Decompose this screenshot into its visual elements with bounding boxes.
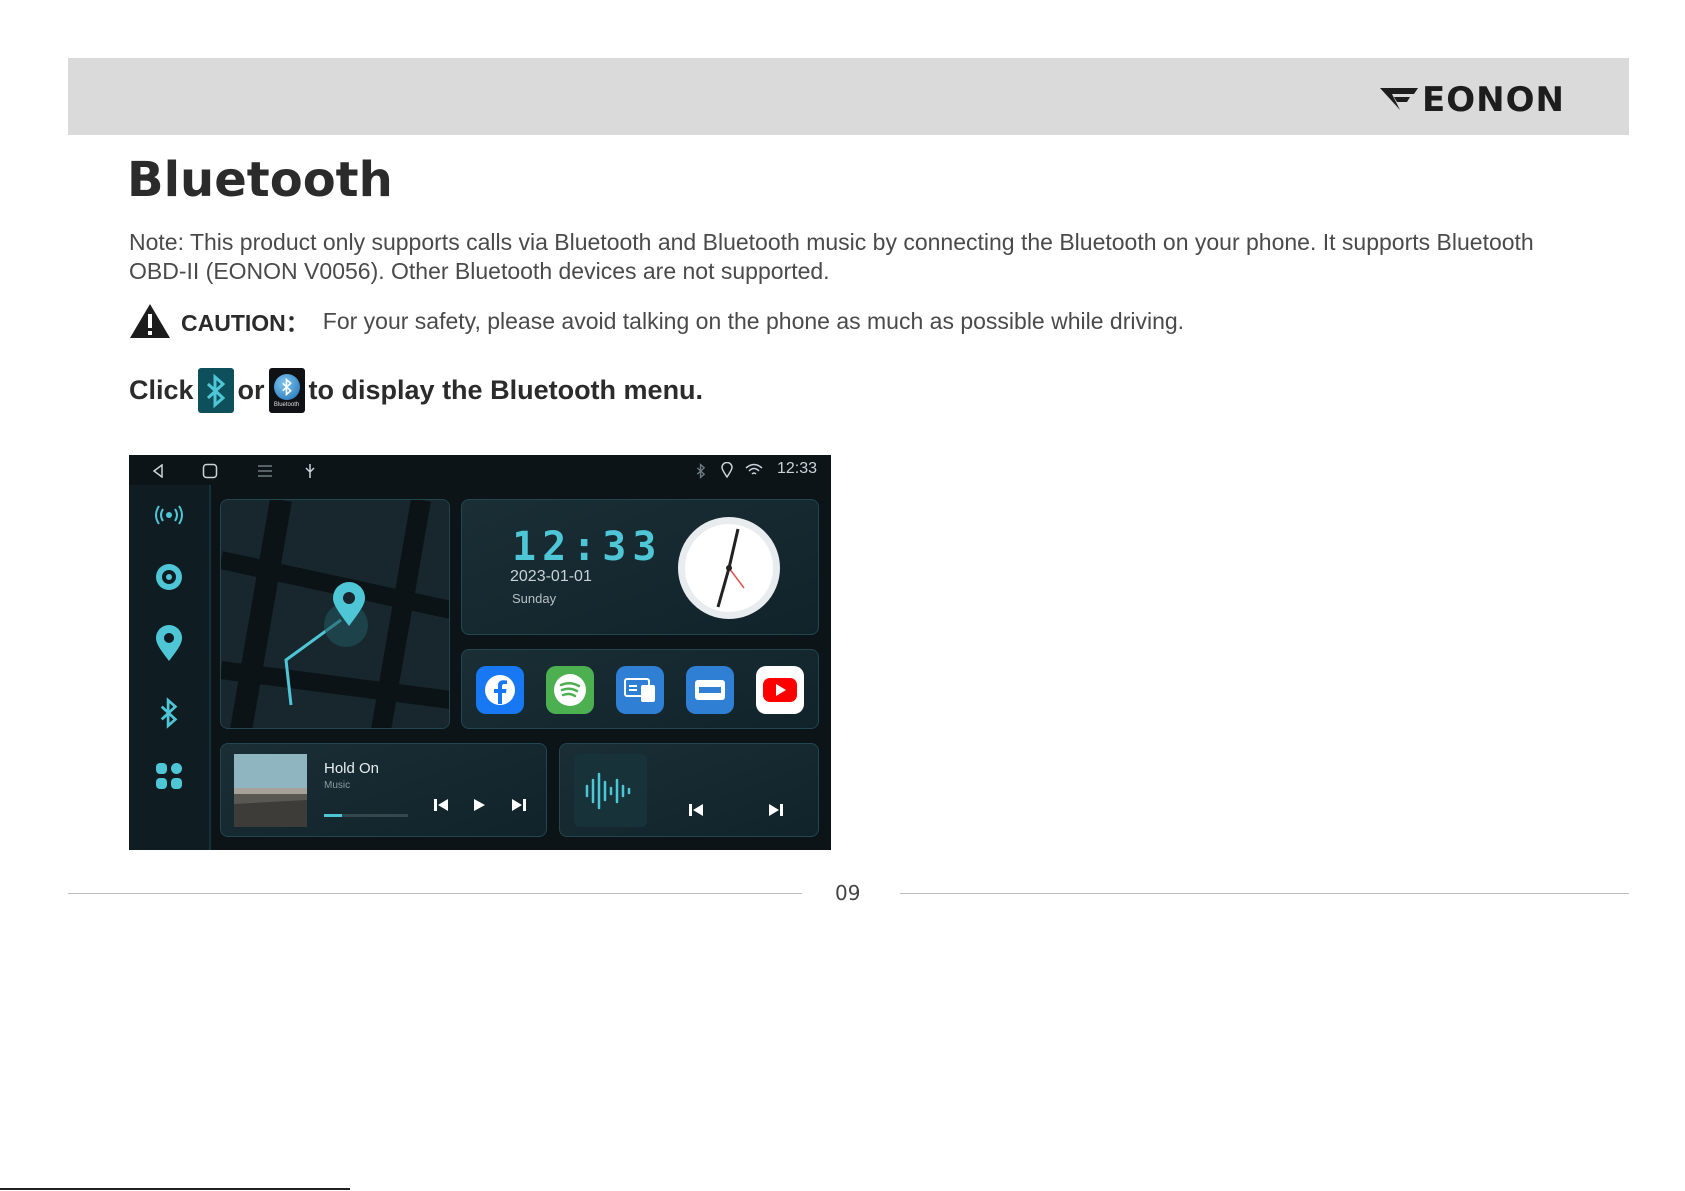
clock-card[interactable]: 12:33 2023-01-01 Sunday [461, 499, 819, 635]
bottom-edge-rule [0, 1188, 350, 1190]
location-status-icon [721, 462, 733, 478]
bluetooth-tile-icon [197, 368, 234, 413]
navigation-pin-icon[interactable] [151, 625, 187, 661]
footer-rule-right [900, 893, 1629, 894]
music-player-card[interactable]: Hold On Music [220, 743, 547, 837]
play-icon[interactable] [472, 797, 486, 813]
page-title: Bluetooth [127, 152, 393, 208]
warning-icon [130, 304, 170, 338]
previous-track-icon[interactable] [433, 797, 449, 813]
page-number: 09 [835, 881, 861, 905]
caution-line: CAUTION： For your safety, please avoid t… [129, 302, 1184, 340]
instruction-click: Click [129, 375, 194, 405]
track-subtitle: Music [324, 780, 351, 791]
analog-clock-icon [678, 517, 780, 619]
head-unit-screenshot: 12:33 12:33 2023-01-01 Sunday Hold On Mu… [129, 455, 831, 850]
music-disc-icon[interactable] [151, 559, 187, 595]
youtube-app-icon[interactable] [756, 666, 804, 714]
apps-grid-icon[interactable] [151, 758, 187, 794]
clock-day: Sunday [512, 591, 557, 606]
bluetooth-app-caption: Bluetooth [273, 401, 300, 408]
home-icon[interactable] [202, 463, 218, 479]
facebook-app-icon[interactable] [476, 666, 524, 714]
audio-card[interactable] [559, 743, 819, 837]
map-card[interactable] [220, 499, 450, 729]
instruction-or: or [237, 375, 265, 405]
bluetooth-sidebar-icon[interactable] [151, 695, 187, 731]
menu-icon[interactable] [257, 464, 273, 478]
footer-rule-left [68, 893, 802, 894]
status-bar: 12:33 [129, 455, 831, 485]
bluetooth-app-icon: Bluetooth [268, 368, 305, 413]
audio-previous-icon[interactable] [688, 802, 704, 818]
back-icon[interactable] [151, 464, 165, 478]
status-time: 12:33 [777, 460, 818, 477]
audio-next-icon[interactable] [768, 802, 784, 818]
netflix-app-icon[interactable] [686, 666, 734, 714]
sidebar [129, 485, 211, 850]
usb-icon [305, 464, 315, 478]
brand-name: EONON [1422, 80, 1565, 120]
clock-date: 2023-01-01 [510, 568, 592, 585]
album-art [234, 754, 307, 827]
music-progress-bar[interactable] [324, 814, 408, 817]
spotify-app-icon[interactable] [546, 666, 594, 714]
bluetooth-status-icon [696, 463, 706, 479]
wifi-icon [745, 463, 763, 475]
apps-card [461, 649, 819, 729]
instruction-line: Click or Bluetooth to display the Blueto… [129, 368, 703, 413]
next-track-icon[interactable] [511, 797, 527, 813]
map-view [221, 500, 449, 728]
audio-visualizer-tile [574, 754, 647, 827]
caution-text: For your safety, please avoid talking on… [322, 307, 1185, 334]
sound-wave-icon [585, 772, 631, 810]
caution-label: CAUTION： [181, 310, 309, 336]
screen-mirror-app-icon[interactable] [616, 666, 664, 714]
track-title: Hold On [324, 760, 380, 777]
eonon-logo-mark-icon [1380, 88, 1419, 110]
radio-icon[interactable] [151, 497, 187, 533]
brand-logo: EONON [1378, 80, 1565, 120]
clock-time: 12:33 [512, 524, 663, 570]
instruction-rest: to display the Bluetooth menu. [308, 375, 704, 405]
note-text: Note: This product only supports calls v… [129, 229, 1534, 284]
